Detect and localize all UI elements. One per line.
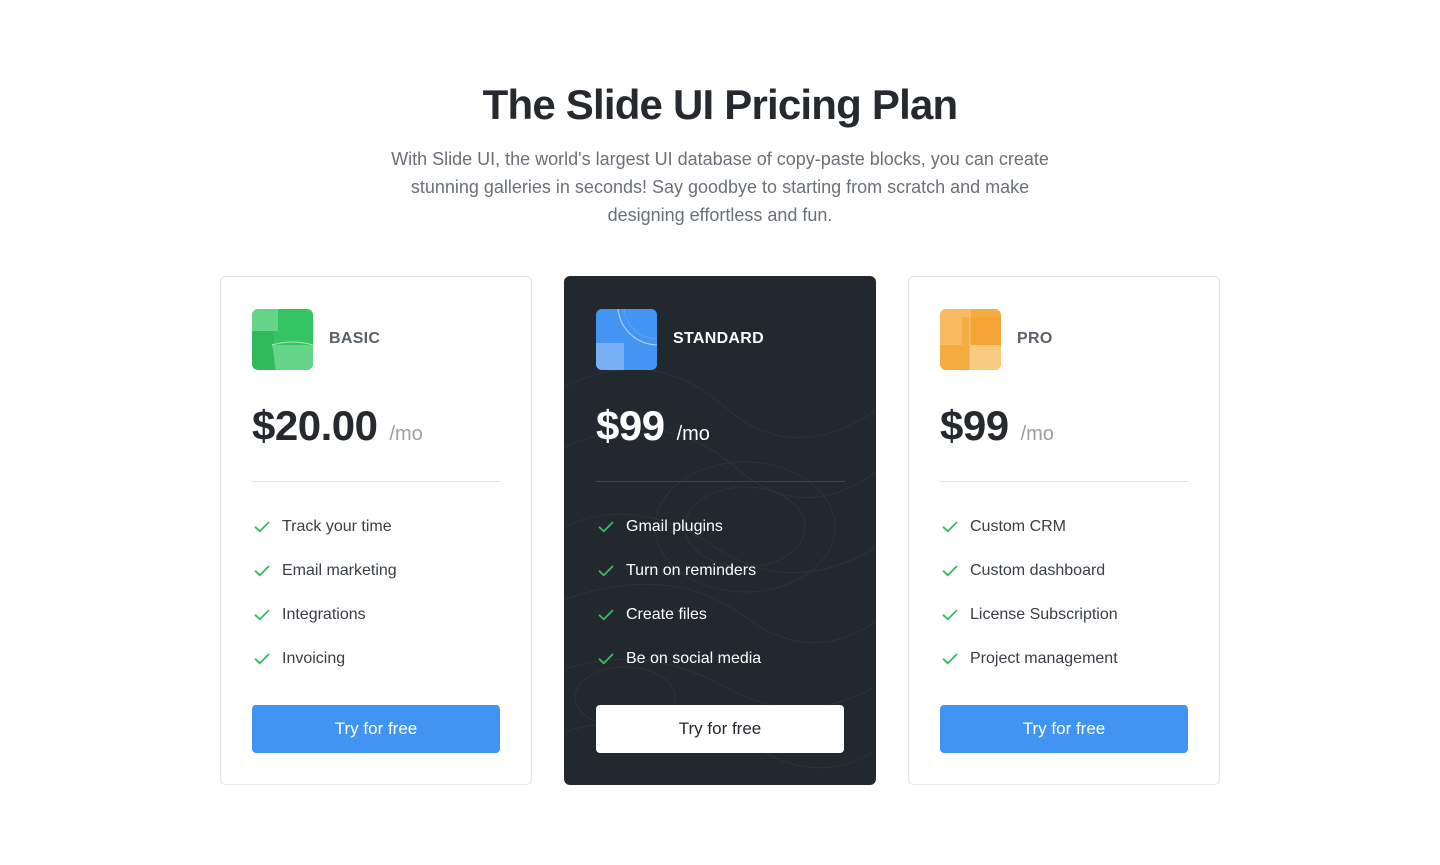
feature-item: Invoicing	[252, 647, 397, 671]
feature-label: Gmail plugins	[626, 518, 723, 535]
feature-label: Create files	[626, 606, 707, 623]
page-title: The Slide UI Pricing Plan	[482, 81, 959, 128]
feature-label: Email marketing	[282, 562, 397, 579]
feature-item: Project management	[940, 647, 1118, 671]
feature-item: Gmail plugins	[596, 515, 761, 539]
feature-list: Custom CRM Custom dashboard License Subs…	[940, 515, 1118, 691]
feature-item: Track your time	[252, 515, 397, 539]
divider	[596, 481, 845, 482]
price-unit: /mo	[389, 423, 423, 445]
try-for-free-button[interactable]: Try for free	[596, 705, 844, 753]
plan-name: PRO	[1017, 330, 1053, 347]
feature-label: License Subscription	[970, 606, 1118, 623]
price-row: $20.00 /mo	[252, 401, 423, 451]
feature-item: Custom CRM	[940, 515, 1118, 539]
check-icon	[596, 517, 616, 537]
try-for-free-button[interactable]: Try for free	[940, 705, 1188, 753]
divider	[252, 481, 501, 482]
price-unit: /mo	[676, 423, 710, 445]
check-icon	[596, 649, 616, 669]
page-subtitle: With Slide UI, the world's largest UI da…	[391, 149, 1049, 225]
plan-header: PRO	[940, 308, 1053, 370]
feature-item: Be on social media	[596, 647, 761, 671]
try-for-free-button[interactable]: Try for free	[252, 705, 500, 753]
price-amount: $99	[940, 402, 1009, 449]
feature-label: Integrations	[282, 606, 366, 623]
plan-card-standard: STANDARD $99 /mo Gmail plugins Turn on r…	[564, 276, 876, 785]
plan-name: BASIC	[329, 330, 381, 347]
price-row: $99 /mo	[940, 401, 1054, 451]
plan-logo-pro-icon	[940, 308, 1001, 370]
plan-header: BASIC	[252, 308, 380, 370]
plan-name: STANDARD	[673, 330, 764, 347]
feature-item: Turn on reminders	[596, 559, 761, 583]
feature-label: Custom dashboard	[970, 562, 1106, 579]
price-amount: $99	[596, 402, 665, 449]
feature-label: Invoicing	[282, 650, 346, 667]
plan-header: STANDARD	[596, 308, 764, 370]
feature-item: Integrations	[252, 603, 397, 627]
price-amount: $20.00	[252, 402, 378, 449]
plan-card-basic: BASIC $20.00 /mo Track your time Email m…	[220, 276, 532, 785]
feature-item: Create files	[596, 603, 761, 627]
feature-label: Turn on reminders	[626, 562, 757, 579]
plan-logo-basic-icon	[252, 308, 313, 370]
pricing-section: The Slide UI Pricing Plan With Slide UI,…	[0, 0, 1440, 865]
plan-card-pro: PRO $99 /mo Custom CRM Custom dashboard …	[908, 276, 1220, 785]
feature-label: Custom CRM	[970, 518, 1067, 535]
feature-list: Gmail plugins Turn on reminders Create f…	[596, 515, 761, 691]
check-icon	[940, 649, 960, 669]
check-icon	[252, 561, 272, 581]
check-icon	[596, 605, 616, 625]
check-icon	[252, 517, 272, 537]
price-unit: /mo	[1020, 423, 1054, 445]
plan-logo-standard-icon	[596, 308, 657, 370]
check-icon	[252, 605, 272, 625]
check-icon	[596, 561, 616, 581]
feature-label: Track your time	[282, 518, 392, 535]
price-row: $99 /mo	[596, 401, 710, 451]
divider	[940, 481, 1189, 482]
check-icon	[940, 517, 960, 537]
pricing-cards: BASIC $20.00 /mo Track your time Email m…	[220, 276, 1220, 785]
feature-label: Project management	[970, 650, 1118, 667]
feature-list: Track your time Email marketing Integrat…	[252, 515, 397, 691]
check-icon	[940, 605, 960, 625]
feature-item: License Subscription	[940, 603, 1118, 627]
feature-item: Email marketing	[252, 559, 397, 583]
check-icon	[940, 561, 960, 581]
feature-label: Be on social media	[626, 650, 762, 667]
feature-item: Custom dashboard	[940, 559, 1118, 583]
check-icon	[252, 649, 272, 669]
